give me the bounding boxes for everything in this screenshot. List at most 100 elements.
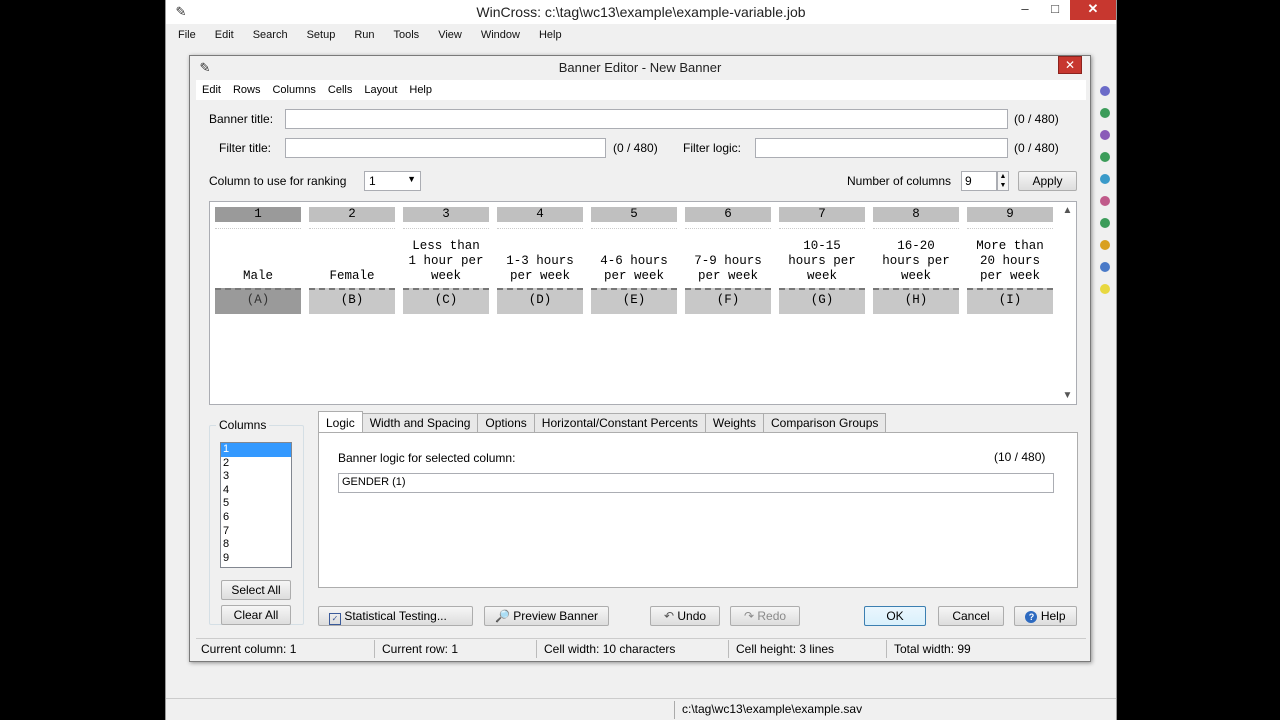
undo-button[interactable]: ↶ Undo [650,606,720,626]
banner-column[interactable]: 3 Less than 1 hour per week (C) [403,207,489,315]
toolbar-icon[interactable] [1100,174,1110,184]
app-menubar: File Edit Search Setup Run Tools View Wi… [166,26,570,44]
banner-column[interactable]: 7 10-15 hours per week (G) [779,207,865,315]
menu-rows[interactable]: Rows [227,80,267,100]
tab-comparison-groups[interactable]: Comparison Groups [763,413,887,433]
banner-column-label-line: week [900,269,931,283]
close-icon[interactable]: ✕ [1070,0,1116,20]
banner-column-label-line: 10-15 [803,239,841,253]
help-label: Help [1040,609,1066,623]
close-icon[interactable]: ✕ [1058,56,1082,74]
menu-edit[interactable]: Edit [196,80,227,100]
menu-cells[interactable]: Cells [322,80,358,100]
menu-setup[interactable]: Setup [296,26,344,44]
menu-help[interactable]: Help [528,26,570,44]
banner-column-label-line: 4-6 hours [600,254,668,268]
toolbar-icon[interactable] [1100,240,1110,250]
toolbar-icon[interactable] [1100,130,1110,140]
toolbar-icon[interactable] [1100,284,1110,294]
banner-column[interactable]: 8 16-20 hours per week (H) [873,207,959,315]
list-item[interactable]: 7 [221,525,291,539]
preview-banner-button[interactable]: 🔎 Preview Banner [484,606,609,626]
list-item[interactable]: 8 [221,538,291,552]
cancel-button[interactable]: Cancel [938,606,1004,626]
menu-help[interactable]: Help [403,80,438,100]
chevron-down-icon: ▼ [407,174,416,184]
select-all-button[interactable]: Select All [221,580,291,600]
status-current-column: Current column: 1 [201,642,297,656]
tab-horizontal-constant-percents[interactable]: Horizontal/Constant Percents [533,413,706,433]
banner-column-label: 4-6 hours per week [591,228,677,288]
banner-column[interactable]: 2 Female (B) [309,207,395,315]
banner-column[interactable]: 5 4-6 hours per week (E) [591,207,677,315]
menu-columns[interactable]: Columns [266,80,321,100]
statistical-testing-button[interactable]: ✓ Statistical Testing... [318,606,473,626]
banner-title-input[interactable] [285,109,1008,129]
tab-logic[interactable]: Logic [318,411,363,433]
num-columns-input[interactable]: 9 [961,171,997,191]
banner-column-label-line: per week [509,269,570,283]
banner-column[interactable]: 1 Male (A) [215,207,301,315]
banner-column[interactable]: 9 More than 20 hours per week (I) [967,207,1053,315]
tab-options[interactable]: Options [477,413,535,433]
banner-column[interactable]: 4 1-3 hours per week (D) [497,207,583,315]
banner-column-number: 6 [685,207,771,222]
menu-view[interactable]: View [427,26,470,44]
help-button[interactable]: ? Help [1014,606,1077,626]
toolbar-icon[interactable] [1100,108,1110,118]
minimize-icon[interactable]: – [1010,0,1040,20]
filter-title-label: Filter title: [219,141,272,155]
redo-button[interactable]: ↷ Redo [730,606,800,626]
banner-column-number: 5 [591,207,677,222]
filter-logic-input[interactable] [755,138,1008,158]
banner-column-letter-row: (A) [215,288,301,314]
banner-logic-input[interactable]: GENDER (1) [338,473,1054,493]
menu-window[interactable]: Window [470,26,528,44]
banner-column-number: 9 [967,207,1053,222]
banner-column-letter-row: (D) [497,288,583,314]
menu-search[interactable]: Search [242,26,296,44]
list-item[interactable]: 6 [221,511,291,525]
ok-button[interactable]: OK [864,606,926,626]
apply-button[interactable]: Apply [1018,171,1077,191]
toolbar-icon[interactable] [1100,262,1110,272]
banner-column-letter-row: (E) [591,288,677,314]
menu-edit[interactable]: Edit [204,26,242,44]
columns-listbox[interactable]: 123456789 [220,442,292,568]
tab-width-and-spacing[interactable]: Width and Spacing [361,413,479,433]
clear-all-button[interactable]: Clear All [221,605,291,625]
ranking-select[interactable]: 1 ▼ [364,171,421,191]
banner-column-label-line: 7-9 hours [694,254,762,268]
list-item[interactable]: 5 [221,497,291,511]
banner-column-letter: (E) [622,293,646,307]
banner-column[interactable]: 6 7-9 hours per week (F) [685,207,771,315]
scroll-up-icon[interactable]: ▲ [1059,202,1076,219]
tab-weights[interactable]: Weights [704,413,764,433]
menu-layout[interactable]: Layout [358,80,403,100]
scroll-down-icon[interactable]: ▼ [1059,387,1076,404]
list-item[interactable]: 4 [221,484,291,498]
magnifier-icon: 🔎 [494,609,510,623]
menu-file[interactable]: File [166,26,204,44]
ranking-value: 1 [369,174,376,188]
toolbar-icon[interactable] [1100,218,1110,228]
menu-tools[interactable]: Tools [383,26,428,44]
undo-label: Undo [677,609,707,623]
banner-column-label-line: Male [242,269,273,283]
maximize-icon[interactable]: □ [1040,0,1070,20]
filter-title-input[interactable] [285,138,606,158]
num-columns-spinner[interactable]: ▲ ▼ [997,171,1009,191]
list-item[interactable]: 3 [221,470,291,484]
menu-run[interactable]: Run [343,26,382,44]
toolbar-icon[interactable] [1100,86,1110,96]
preview-scrollbar[interactable]: ▲ ▼ [1059,202,1076,404]
list-item[interactable]: 2 [221,457,291,471]
list-item[interactable]: 1 [221,443,291,457]
dialog-titlebar: ✎ Banner Editor - New Banner ✕ [190,56,1090,80]
banner-column-label: Less than 1 hour per week [403,228,489,288]
toolbar-icon[interactable] [1100,196,1110,206]
banner-column-label: Male [215,228,301,288]
toolbar-icon[interactable] [1100,152,1110,162]
status-cell-height: Cell height: 3 lines [736,642,835,656]
list-item[interactable]: 9 [221,552,291,566]
